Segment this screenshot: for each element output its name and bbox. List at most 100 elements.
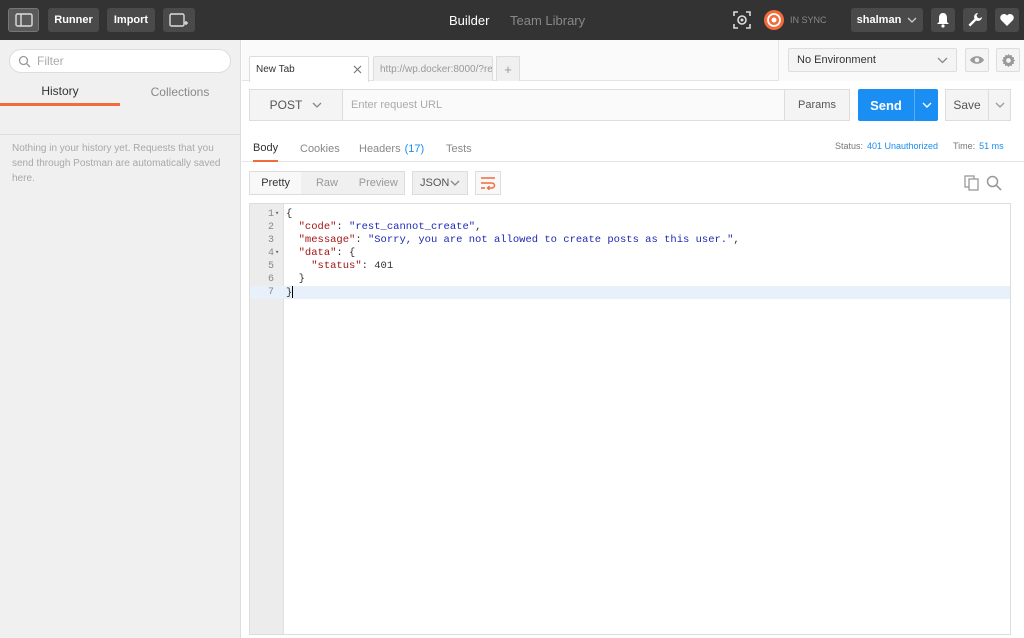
settings-button[interactable] [963, 8, 987, 32]
sync-button[interactable] [762, 8, 786, 32]
tab-history[interactable]: History [0, 78, 120, 106]
filter-box[interactable] [9, 49, 231, 73]
eye-icon [970, 56, 984, 64]
copy-button[interactable] [962, 174, 980, 192]
add-tab-button[interactable]: + [496, 56, 520, 81]
request-tab-label: New Tab [256, 64, 295, 75]
method-value: POST [269, 98, 303, 112]
bell-icon [937, 13, 949, 28]
json-value: "rest_cannot_create" [349, 221, 476, 233]
code-text: "message": "Sorry, you are not allowed t… [298, 234, 740, 246]
chevron-down-icon [907, 17, 917, 23]
save-options-button[interactable] [988, 90, 1010, 120]
line-number: 7 [267, 287, 274, 298]
main-panel: New Tab http://wp.docker:8000/?rest + No… [242, 40, 1024, 638]
json-key: "data" [298, 247, 337, 259]
new-window-button[interactable] [163, 8, 195, 32]
sidebar-tabs: History Collections [0, 78, 241, 106]
format-select[interactable]: JSON [412, 171, 468, 195]
json-key: "status" [311, 260, 362, 272]
view-pretty[interactable]: Pretty [250, 172, 302, 194]
line-number: 3 [267, 235, 274, 246]
send-options-button[interactable] [914, 89, 938, 121]
code-line-current: 7 } [250, 286, 1010, 299]
line-number: 1 [267, 209, 274, 220]
user-menu-button[interactable]: shalman [851, 8, 923, 32]
gear-icon [1001, 53, 1015, 67]
tab-tests[interactable]: Tests [446, 136, 472, 162]
toggle-sidebar-button[interactable] [8, 8, 39, 32]
status-label: Status: [835, 141, 864, 151]
line-number: 6 [267, 274, 274, 285]
tab-team-library[interactable]: Team Library [510, 0, 585, 40]
line-number: 2 [267, 222, 274, 233]
chevron-down-icon [312, 102, 322, 108]
status-value: 401 Unauthorized [867, 141, 939, 151]
import-button[interactable]: Import [107, 8, 155, 32]
url-input[interactable] [343, 90, 784, 120]
sync-status: IN SYNC [790, 15, 827, 25]
chevron-down-icon [450, 180, 460, 186]
top-bar: Runner Import Builder Team Library IN SY… [0, 0, 1024, 40]
code-line: 5 "status": 401 [250, 260, 1010, 273]
code-line: 2 "code": "rest_cannot_create", [250, 221, 1010, 234]
tab-headers[interactable]: Headers (17) [359, 136, 424, 162]
chevron-down-icon [922, 102, 931, 108]
time-value: 51 ms [979, 141, 1004, 151]
new-window-icon [169, 13, 188, 27]
tab-body[interactable]: Body [253, 136, 279, 162]
chevron-down-icon [937, 57, 948, 63]
line-number: 5 [267, 261, 274, 272]
search-response-button[interactable] [985, 174, 1003, 192]
close-icon[interactable] [353, 65, 362, 74]
favorites-button[interactable] [995, 8, 1019, 32]
wrap-lines-button[interactable] [475, 171, 501, 195]
runner-button[interactable]: Runner [48, 8, 99, 32]
sidebar-icon [14, 13, 33, 27]
tab-collections[interactable]: Collections [120, 78, 240, 106]
environment-quick-look-button[interactable] [965, 48, 989, 72]
environment-select[interactable]: No Environment [788, 48, 957, 72]
request-tab-new[interactable]: New Tab [249, 56, 369, 82]
interceptor-button[interactable] [730, 8, 754, 32]
code-text: "code": "rest_cannot_create", [298, 221, 482, 233]
environment-area: No Environment [778, 40, 1024, 81]
code-text: "data": { [298, 247, 356, 259]
json-key: "code" [298, 221, 337, 233]
format-value: JSON [420, 177, 450, 189]
response-editor[interactable]: 1 ▾ { 2 "code": "rest_cannot_create", 3 … [249, 203, 1011, 635]
view-raw[interactable]: Raw [301, 172, 352, 194]
notifications-button[interactable] [931, 8, 955, 32]
method-select[interactable]: POST [250, 90, 343, 120]
params-button[interactable]: Params [784, 89, 850, 121]
view-preview[interactable]: Preview [353, 172, 404, 194]
response-tabs: Body Cookies Headers (17) Tests Status: … [242, 136, 1024, 162]
save-button[interactable]: Save [945, 89, 1011, 121]
json-value: "Sorry, you are not allowed to create po… [367, 234, 734, 246]
send-button[interactable]: Send [858, 89, 938, 121]
time-label: Time: [953, 141, 976, 151]
tab-builder[interactable]: Builder [449, 0, 489, 40]
request-tab-wp[interactable]: http://wp.docker:8000/?rest [373, 56, 493, 81]
view-mode-group: Pretty Raw Preview [249, 171, 405, 195]
wrench-icon [968, 13, 982, 27]
environment-value: No Environment [797, 54, 876, 66]
copy-icon [963, 175, 979, 191]
sidebar: History Collections Nothing in your hist… [0, 40, 241, 638]
chevron-down-icon [995, 102, 1004, 108]
response-time: Time: 51 ms [953, 136, 1004, 156]
code-line: 3 "message": "Sorry, you are not allowed… [250, 234, 1010, 247]
filter-input[interactable] [37, 54, 217, 68]
heart-icon [1000, 14, 1014, 26]
manage-environments-button[interactable] [996, 48, 1020, 72]
headers-count: (17) [404, 143, 425, 155]
fold-icon[interactable]: ▾ [275, 247, 279, 260]
wrap-lines-icon [481, 177, 496, 190]
interceptor-icon [733, 11, 751, 29]
fold-icon[interactable]: ▾ [275, 208, 279, 221]
tab-cookies[interactable]: Cookies [300, 136, 340, 162]
text-cursor [292, 286, 294, 298]
json-value: 401 [374, 260, 394, 272]
code-text: } [286, 286, 294, 299]
sync-icon [764, 10, 784, 30]
